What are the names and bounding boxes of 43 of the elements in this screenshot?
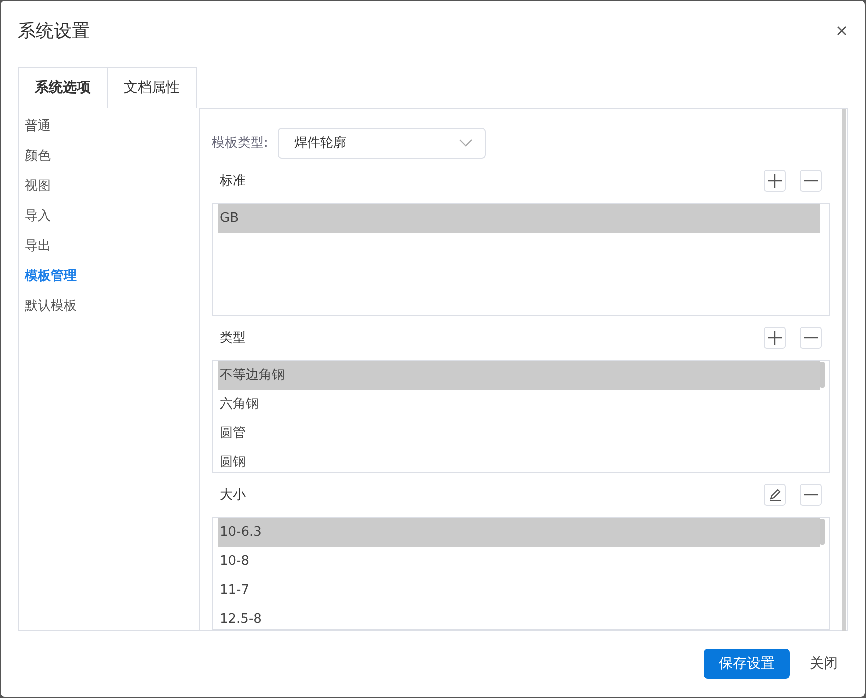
- list-item[interactable]: 10-8: [218, 546, 820, 576]
- template-type-dropdown[interactable]: 焊件轮廓: [278, 128, 486, 159]
- sidebar-item[interactable]: 默认模板: [19, 290, 83, 321]
- plus-icon: [768, 174, 782, 188]
- list-item[interactable]: GB: [218, 204, 820, 233]
- pencil-icon: [768, 488, 782, 502]
- sidebar-item[interactable]: 模板管理: [19, 260, 83, 291]
- list-item[interactable]: 12.5-8: [218, 604, 820, 629]
- sidebar-item[interactable]: 颜色: [19, 140, 57, 171]
- chevron-down-icon: [459, 139, 474, 148]
- list-item[interactable]: 不等边角钢: [218, 360, 820, 390]
- section-label: 类型: [220, 330, 246, 347]
- save-button[interactable]: 保存设置: [704, 648, 790, 679]
- remove-button[interactable]: [800, 170, 822, 192]
- edit-button[interactable]: [764, 484, 786, 506]
- template-type-label: 模板类型:: [212, 135, 268, 152]
- tab[interactable]: 文档属性: [107, 66, 197, 108]
- scrollbar-thumb[interactable]: [820, 518, 825, 545]
- list-item[interactable]: 10-6.3: [218, 518, 820, 547]
- list-item[interactable]: 圆管: [218, 418, 820, 448]
- close-icon[interactable]: [837, 26, 847, 36]
- add-button[interactable]: [764, 170, 786, 192]
- scrollbar-thumb[interactable]: [842, 108, 846, 631]
- minus-icon: [804, 494, 818, 496]
- sidebar-item[interactable]: 导入: [19, 200, 57, 231]
- add-button[interactable]: [764, 326, 786, 349]
- minus-icon: [804, 336, 818, 339]
- sidebar-item[interactable]: 导出: [19, 230, 57, 261]
- list-item[interactable]: 六角钢: [218, 390, 820, 419]
- section-label: 大小: [220, 486, 246, 504]
- sidebar-item[interactable]: 视图: [19, 170, 57, 201]
- list-item[interactable]: 11-7: [218, 576, 820, 605]
- plus-icon: [768, 330, 782, 345]
- tab[interactable]: 系统选项: [18, 66, 108, 108]
- remove-button[interactable]: [800, 484, 822, 506]
- section-label: 标准: [220, 172, 246, 190]
- minus-icon: [804, 180, 818, 182]
- sidebar-item[interactable]: 普通: [19, 110, 57, 141]
- list-item[interactable]: 圆钢: [218, 448, 820, 472]
- close-button[interactable]: 关闭: [804, 648, 844, 679]
- remove-button[interactable]: [800, 326, 822, 349]
- scrollbar-thumb[interactable]: [820, 362, 825, 388]
- dialog-title: 系统设置: [18, 20, 90, 44]
